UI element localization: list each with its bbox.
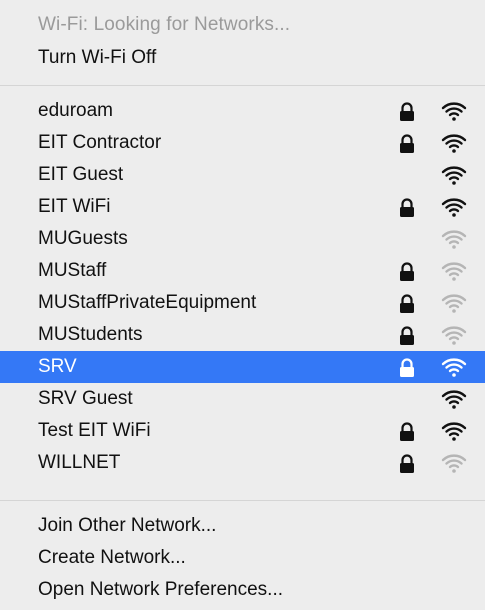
open-network-preferences-label: Open Network Preferences... xyxy=(38,579,283,600)
wifi-signal-icon xyxy=(441,164,467,186)
wifi-status-text: Wi-Fi: Looking for Networks... xyxy=(38,14,291,35)
join-other-network-item[interactable]: Join Other Network... xyxy=(0,510,485,542)
network-item[interactable]: EIT WiFi xyxy=(0,191,485,223)
lock-icon xyxy=(398,357,416,377)
network-item[interactable]: SRV xyxy=(0,351,485,383)
wifi-signal-icon xyxy=(441,228,467,250)
join-other-network-label: Join Other Network... xyxy=(38,515,217,536)
network-name: MUStudents xyxy=(38,324,143,345)
menu-divider xyxy=(0,85,485,86)
wifi-signal-icon xyxy=(441,196,467,218)
lock-icon xyxy=(398,101,416,121)
network-name: SRV xyxy=(38,356,77,377)
network-name: EIT Contractor xyxy=(38,132,162,153)
wifi-signal-icon xyxy=(441,452,467,474)
create-network-item[interactable]: Create Network... xyxy=(0,542,485,574)
wifi-menu: Wi-Fi: Looking for Networks... Turn Wi-F… xyxy=(0,0,485,610)
network-name: EIT Guest xyxy=(38,164,124,185)
wifi-signal-icon xyxy=(441,260,467,282)
lock-icon xyxy=(398,293,416,313)
wifi-signal-icon xyxy=(441,324,467,346)
network-name: WILLNET xyxy=(38,452,121,473)
network-name: MUGuests xyxy=(38,228,128,249)
network-name: MUStaff xyxy=(38,260,107,281)
network-name: eduroam xyxy=(38,100,113,121)
wifi-signal-icon xyxy=(441,132,467,154)
network-item[interactable]: eduroam xyxy=(0,95,485,127)
wifi-signal-icon xyxy=(441,292,467,314)
network-name: EIT WiFi xyxy=(38,196,111,217)
lock-icon xyxy=(398,133,416,153)
wifi-signal-icon xyxy=(441,388,467,410)
network-item[interactable]: EIT Contractor xyxy=(0,127,485,159)
create-network-label: Create Network... xyxy=(38,547,186,568)
wifi-signal-icon xyxy=(441,100,467,122)
network-item[interactable]: WILLNET xyxy=(0,447,485,479)
menu-divider xyxy=(0,500,485,501)
wifi-signal-icon xyxy=(441,420,467,442)
wifi-signal-icon xyxy=(441,356,467,378)
network-name: SRV Guest xyxy=(38,388,133,409)
lock-icon xyxy=(398,261,416,281)
lock-icon xyxy=(398,453,416,473)
network-name: Test EIT WiFi xyxy=(38,420,151,441)
lock-icon xyxy=(398,325,416,345)
turn-wifi-off-item[interactable]: Turn Wi-Fi Off xyxy=(0,42,485,74)
lock-icon xyxy=(398,421,416,441)
network-name: MUStaffPrivateEquipment xyxy=(38,292,257,313)
network-item[interactable]: MUGuests xyxy=(0,223,485,255)
turn-wifi-off-label: Turn Wi-Fi Off xyxy=(38,47,157,68)
network-item[interactable]: Test EIT WiFi xyxy=(0,415,485,447)
open-network-preferences-item[interactable]: Open Network Preferences... xyxy=(0,574,485,606)
network-item[interactable]: SRV Guest xyxy=(0,383,485,415)
network-item[interactable]: MUStaffPrivateEquipment xyxy=(0,287,485,319)
lock-icon xyxy=(398,197,416,217)
network-item[interactable]: MUStudents xyxy=(0,319,485,351)
network-item[interactable]: MUStaff xyxy=(0,255,485,287)
network-item[interactable]: EIT Guest xyxy=(0,159,485,191)
